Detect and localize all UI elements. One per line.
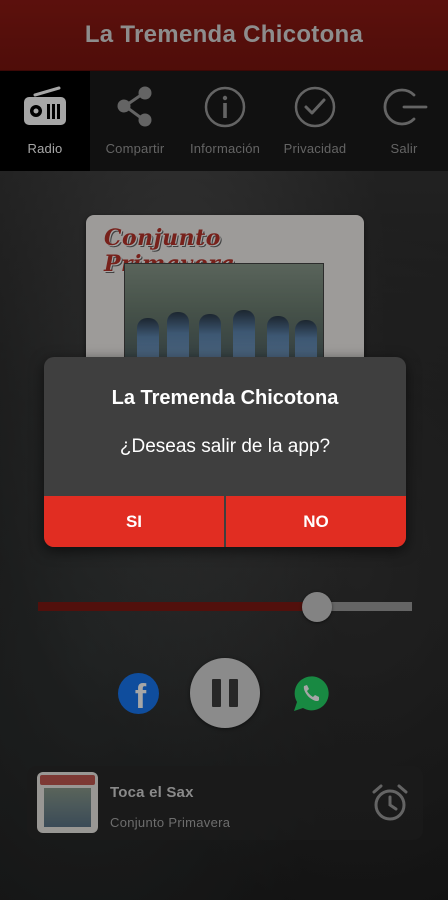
no-button[interactable]: NO [226,496,406,547]
dialog-message: ¿Deseas salir de la app? [119,436,331,457]
dialog-buttons: SI NO [44,496,406,547]
exit-dialog: La Tremenda Chicotona ¿Deseas salir de l… [44,357,406,547]
yes-button[interactable]: SI [44,496,226,547]
dialog-title: La Tremenda Chicotona [111,387,339,409]
